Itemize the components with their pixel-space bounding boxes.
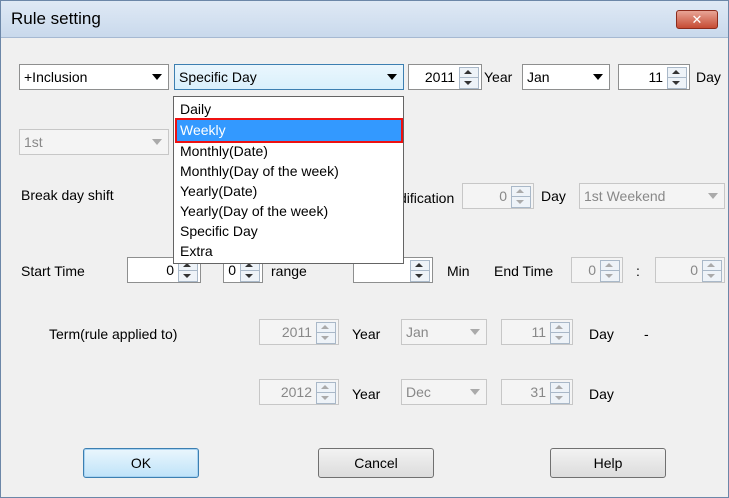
start-month-select[interactable]: Jan bbox=[522, 64, 610, 90]
start-minute-value: 0 bbox=[228, 262, 236, 278]
term-to-day-label: Day bbox=[589, 386, 614, 402]
start-hour-value: 0 bbox=[166, 262, 174, 278]
start-day-label: Day bbox=[696, 69, 721, 85]
start-day-value: 11 bbox=[648, 69, 663, 85]
term-to-year-label: Year bbox=[352, 386, 381, 402]
title-bar: Rule setting ✕ bbox=[1, 1, 728, 38]
term-to-year-stepper[interactable]: 2012 bbox=[259, 379, 339, 405]
start-day-stepper[interactable]: 11 bbox=[618, 64, 690, 90]
term-from-day-value: 11 bbox=[531, 324, 546, 340]
term-from-year-value: 2011 bbox=[281, 324, 312, 340]
chevron-down-icon bbox=[470, 329, 480, 335]
shift-day-label: Day bbox=[541, 188, 566, 204]
break-day-shift-label: Break day shift bbox=[21, 187, 114, 203]
term-to-month-select[interactable]: Dec bbox=[401, 379, 487, 405]
rule-type-dropdown-list: Daily Weekly Monthly(Date) Monthly(Day o… bbox=[173, 96, 404, 264]
minutes-label: Min bbox=[447, 263, 470, 279]
term-dash: - bbox=[644, 326, 649, 342]
term-from-year-stepper[interactable]: 2011 bbox=[259, 319, 339, 345]
end-hour-stepper[interactable]: 0 bbox=[571, 257, 623, 283]
rule-setting-dialog: Rule setting ✕ +Inclusion Specific Day 2… bbox=[0, 0, 729, 498]
ordinal-select[interactable]: 1st bbox=[19, 129, 169, 155]
chevron-down-icon bbox=[470, 389, 480, 395]
term-to-year-value: 2012 bbox=[280, 384, 312, 400]
start-month-value: Jan bbox=[527, 69, 550, 85]
spin-arrows-icon[interactable] bbox=[410, 260, 430, 282]
term-label: Term(rule applied to) bbox=[49, 326, 178, 342]
end-minute-value: 0 bbox=[690, 262, 698, 278]
chevron-down-icon bbox=[152, 139, 162, 145]
option-yearly-day-of-week[interactable]: Yearly(Day of the week) bbox=[177, 201, 401, 222]
ordinal-select-value: 1st bbox=[24, 134, 43, 150]
term-from-month-value: Jan bbox=[406, 324, 429, 340]
weekend-select-value: 1st Weekend bbox=[584, 188, 666, 204]
help-button[interactable]: Help bbox=[550, 448, 666, 478]
end-hour-value: 0 bbox=[588, 262, 596, 278]
close-icon: ✕ bbox=[691, 12, 703, 27]
chevron-down-icon bbox=[593, 74, 603, 80]
option-daily[interactable]: Daily bbox=[177, 99, 401, 120]
start-year-stepper[interactable]: 2011 bbox=[408, 64, 482, 90]
rule-type-select-value: Specific Day bbox=[179, 69, 257, 85]
time-colon: : bbox=[636, 263, 640, 279]
term-from-month-select[interactable]: Jan bbox=[401, 319, 487, 345]
close-button[interactable]: ✕ bbox=[676, 10, 718, 29]
start-year-label: Year bbox=[484, 69, 513, 85]
weekend-select[interactable]: 1st Weekend bbox=[579, 183, 725, 209]
cancel-button[interactable]: Cancel bbox=[318, 448, 434, 478]
spin-arrows-icon[interactable] bbox=[667, 67, 687, 89]
option-weekly[interactable]: Weekly bbox=[175, 118, 403, 143]
spin-arrows-icon[interactable] bbox=[702, 260, 722, 282]
end-minute-stepper[interactable]: 0 bbox=[655, 257, 725, 283]
spin-arrows-icon[interactable] bbox=[550, 322, 570, 344]
range-label: range bbox=[271, 263, 307, 279]
spin-arrows-icon[interactable] bbox=[459, 67, 479, 89]
shift-days-value: 0 bbox=[499, 188, 507, 204]
spin-arrows-icon[interactable] bbox=[316, 322, 336, 344]
term-to-month-value: Dec bbox=[406, 384, 431, 400]
modification-label: dification bbox=[399, 190, 455, 206]
chevron-down-icon bbox=[387, 74, 397, 80]
term-from-day-stepper[interactable]: 11 bbox=[501, 319, 573, 345]
dialog-title: Rule setting bbox=[11, 9, 101, 28]
chevron-down-icon bbox=[708, 193, 718, 199]
end-time-label: End Time bbox=[494, 263, 554, 279]
rule-type-select[interactable]: Specific Day bbox=[174, 64, 404, 90]
spin-arrows-icon[interactable] bbox=[316, 382, 336, 404]
term-from-day-label: Day bbox=[589, 326, 614, 342]
option-yearly-date[interactable]: Yearly(Date) bbox=[177, 181, 401, 202]
spin-arrows-icon[interactable] bbox=[550, 382, 570, 404]
option-specific-day[interactable]: Specific Day bbox=[177, 221, 401, 242]
option-monthly-day-of-week[interactable]: Monthly(Day of the week) bbox=[177, 161, 401, 182]
term-to-day-value: 31 bbox=[530, 384, 546, 400]
spin-arrows-icon[interactable] bbox=[511, 186, 531, 208]
shift-days-stepper[interactable]: 0 bbox=[462, 183, 534, 209]
term-from-year-label: Year bbox=[352, 326, 381, 342]
spin-arrows-icon[interactable] bbox=[600, 260, 620, 282]
mode-select-value: +Inclusion bbox=[24, 69, 88, 85]
option-monthly-date[interactable]: Monthly(Date) bbox=[177, 141, 401, 162]
start-time-label: Start Time bbox=[21, 263, 85, 279]
term-to-day-stepper[interactable]: 31 bbox=[501, 379, 573, 405]
chevron-down-icon bbox=[152, 74, 162, 80]
ok-button[interactable]: OK bbox=[83, 448, 199, 478]
option-extra[interactable]: Extra bbox=[177, 241, 401, 262]
mode-select[interactable]: +Inclusion bbox=[19, 64, 169, 90]
start-year-value: 2011 bbox=[424, 69, 455, 85]
